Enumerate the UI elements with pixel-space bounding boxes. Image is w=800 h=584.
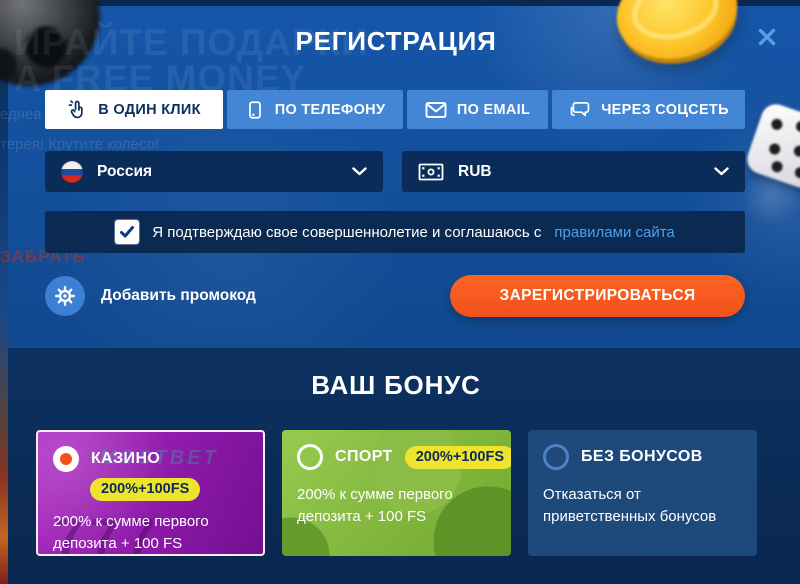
bonus-cards: MOSTBET 777 КАЗИНО 200%+100FS 200% к сум… [36,430,758,556]
tab-label: В ОДИН КЛИК [98,102,200,118]
radio-unselected-icon[interactable] [543,444,569,470]
country-select[interactable]: Россия [45,151,383,192]
close-icon [758,28,776,46]
register-button[interactable]: ЗАРЕГИСТРИРОВАТЬСЯ [450,275,745,317]
tab-by-phone[interactable]: ПО ТЕЛЕФОНУ [227,90,403,129]
page: ИРАЙТЕ ПОДАРКИ A FREE MONEY еднев терея!… [0,0,800,584]
chat-icon [568,100,591,120]
bonus-card-title: БЕЗ БОНУСОВ [581,448,703,466]
select-row: Россия RUB [45,151,745,192]
bonus-heading: ВАШ БОНУС [0,370,792,401]
agreement-bar: Я подтверждаю свое совершеннолетие и сог… [45,211,745,253]
site-rules-link[interactable]: правилами сайта [554,224,674,241]
bonus-badge: 200%+100FS [405,446,511,469]
currency-select-value: RUB [458,163,492,181]
phone-icon [245,100,265,120]
currency-select[interactable]: RUB [402,151,745,192]
tab-by-email[interactable]: ПО EMAIL [407,90,548,129]
banknote-icon [418,162,444,182]
radio-selected-icon[interactable] [53,446,79,472]
bonus-badge: 200%+100FS [90,478,200,501]
country-select-value: Россия [97,163,152,181]
tab-one-click[interactable]: В ОДИН КЛИК [45,90,223,129]
bonus-card-sport[interactable]: СПОРТ 200%+100FS 200% к сумме первого де… [282,430,511,556]
tab-label: ПО ТЕЛЕФОНУ [275,102,386,118]
bonus-card-title: СПОРТ [335,448,393,466]
chevron-down-icon [352,167,367,176]
registration-method-tabs: В ОДИН КЛИК ПО ТЕЛЕФОНУ ПО EMAIL [45,90,745,129]
add-promocode-button[interactable]: Добавить промокод [45,276,256,316]
page-title: РЕГИСТРАЦИЯ [0,26,792,57]
bonus-card-description: Отказаться от приветственных бонусов [543,484,742,528]
agreement-text: Я подтверждаю свое совершеннолетие и сог… [152,224,541,241]
actions-row: Добавить промокод ЗАРЕГИСТРИРОВАТЬСЯ [45,275,745,317]
radio-unselected-icon[interactable] [297,444,323,470]
email-icon [425,101,447,119]
checkmark-icon [119,225,135,239]
bonus-card-description: 200% к сумме первого депозита + 100 FS [53,511,248,555]
chevron-down-icon [714,167,729,176]
promocode-label: Добавить промокод [101,287,256,305]
tab-label: ПО EMAIL [457,102,530,118]
bonus-card-title: КАЗИНО [91,450,160,468]
promocode-gear-icon [45,276,85,316]
close-button[interactable] [752,22,782,52]
bonus-card-casino[interactable]: MOSTBET 777 КАЗИНО 200%+100FS 200% к сум… [36,430,265,556]
bonus-card-description: 200% к сумме первого депозита + 100 FS [297,484,496,528]
tab-label: ЧЕРЕЗ СОЦСЕТЬ [601,102,729,118]
age-confirm-checkbox[interactable] [115,220,139,244]
hand-click-icon [67,99,88,120]
bonus-card-no-bonus[interactable]: БЕЗ БОНУСОВ Отказаться от приветственных… [528,430,757,556]
tab-via-social[interactable]: ЧЕРЕЗ СОЦСЕТЬ [552,90,745,129]
russia-flag-icon [61,161,83,183]
